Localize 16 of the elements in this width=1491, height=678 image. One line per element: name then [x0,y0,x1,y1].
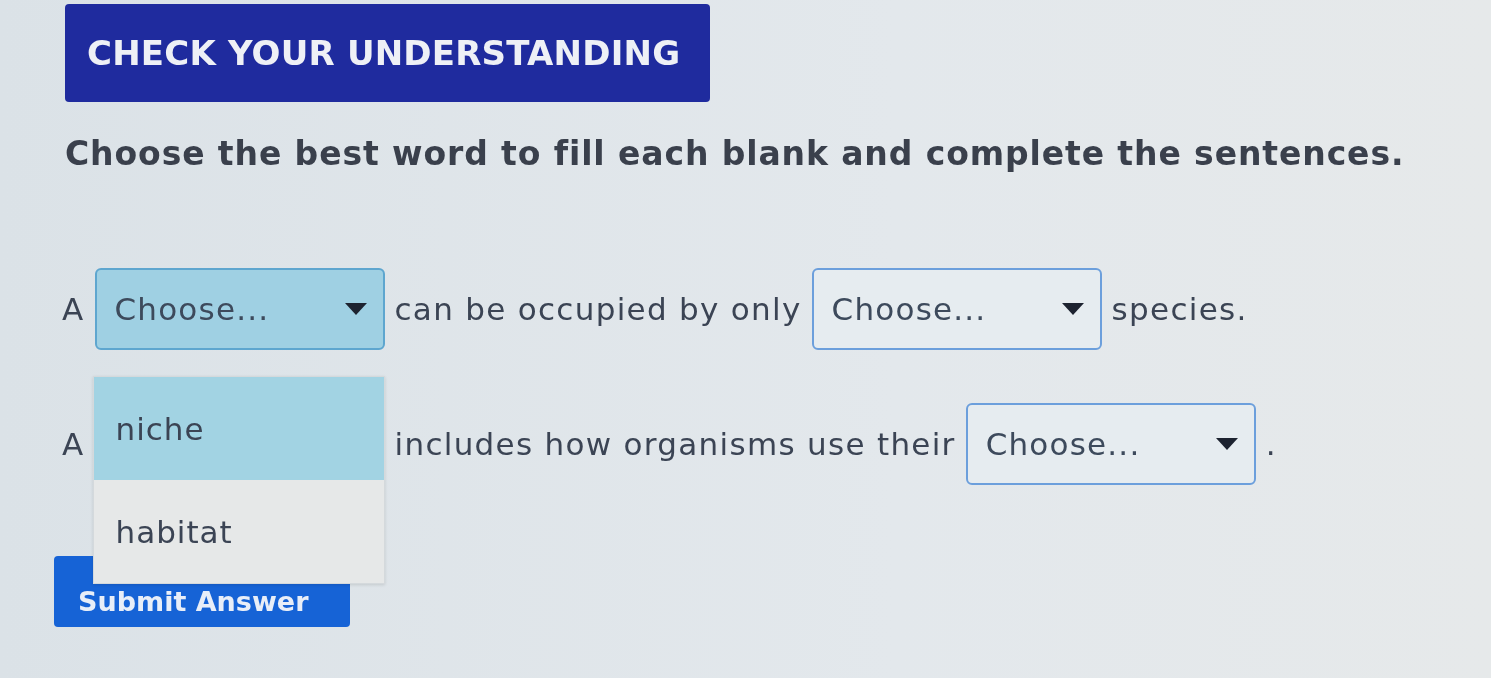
dropdown-option[interactable]: habitat [93,480,384,583]
instructions-text: Choose the best word to fill each blank and complete the sentences. [65,134,1405,174]
sentence-text: includes how organisms use their [394,426,956,462]
sentence-text: . [1265,426,1277,462]
dropdown-select[interactable]: Choose... [965,403,1256,485]
caret-icon [1061,303,1084,315]
dropdown-select[interactable]: Choose... [94,268,385,350]
sentence-text: species. [1111,291,1248,327]
dropdown-option[interactable]: niche [93,377,384,480]
dropdown-select[interactable]: Choose... [811,268,1102,350]
sentence-text: A [62,291,85,327]
sentence-text: can be occupied by only [394,291,802,327]
caret-icon [344,303,367,315]
sentence-text: A [62,426,85,462]
caret-icon [1215,438,1238,450]
banner-title: CHECK YOUR UNDERSTANDING [87,33,681,73]
